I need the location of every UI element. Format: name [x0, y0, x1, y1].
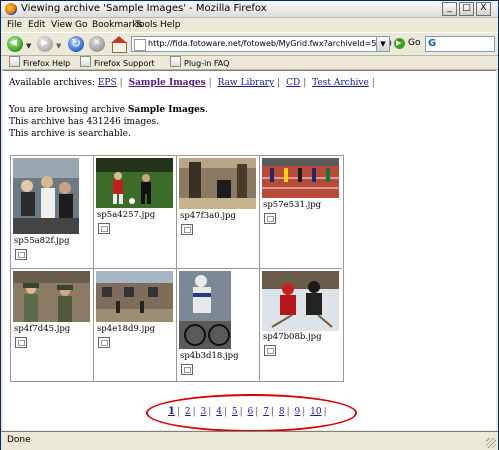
- status-text: Done: [7, 435, 31, 445]
- page-link-5[interactable]: 5: [232, 407, 238, 417]
- photo-people-legs[interactable]: [179, 158, 256, 209]
- browsing-line: You are browsing archive Sample Images.: [9, 105, 208, 115]
- image-cell: sp47b08b.jpg: [260, 269, 342, 381]
- lightbox-add-icon[interactable]: [15, 337, 27, 348]
- photo-soccer-players[interactable]: [96, 158, 173, 208]
- image-cell: sp4f7d45.jpg: [11, 269, 94, 381]
- address-url[interactable]: http://fida.fotoware.net/fotoweb/MyGrid.…: [148, 37, 392, 51]
- menu-help[interactable]: Help: [160, 18, 181, 32]
- image-cell: sp5a4257.jpg: [94, 156, 177, 269]
- bookmark-page-icon: [80, 56, 91, 67]
- address-dropdown-button[interactable]: ▼: [376, 36, 390, 52]
- address-bar[interactable]: http://fida.fotoware.net/fotoweb/MyGrid.…: [131, 36, 392, 52]
- menu-tools[interactable]: Tools: [135, 18, 157, 32]
- image-cell: sp4e18d9.jpg: [94, 269, 177, 381]
- maximize-button[interactable]: □: [459, 2, 474, 16]
- archive-list: Available archives: EPS | Sample Images | …: [9, 78, 375, 88]
- navigation-toolbar: ▼ ▼ http://fida.fotoware.net/fotoweb/MyG…: [1, 32, 498, 56]
- menu-edit[interactable]: Edit: [28, 18, 45, 32]
- window-title: Viewing archive 'Sample Images' - Mozill…: [21, 3, 267, 14]
- page-link-1[interactable]: 1: [168, 406, 175, 417]
- minimize-button[interactable]: _: [442, 2, 457, 16]
- stop-button[interactable]: [89, 36, 105, 52]
- lightbox-add-icon[interactable]: [98, 337, 110, 348]
- lightbox-add-icon[interactable]: [264, 213, 276, 224]
- archive-link-test-archive[interactable]: Test Archive: [312, 78, 369, 88]
- page-link-3[interactable]: 3: [201, 407, 207, 417]
- menu-bar: File Edit View Go Bookmarks Tools Help: [1, 18, 498, 32]
- image-filename[interactable]: sp5a4257.jpg: [97, 210, 155, 221]
- page-link-6[interactable]: 6: [248, 407, 254, 417]
- archives-label: Available archives:: [9, 78, 95, 88]
- bookmark-firefox-help[interactable]: Firefox Help: [9, 56, 70, 70]
- image-cell: sp47f3a0.jpg: [177, 156, 260, 269]
- archive-link-eps[interactable]: EPS: [98, 78, 117, 88]
- image-filename[interactable]: sp47f3a0.jpg: [180, 211, 236, 222]
- archive-link-cd[interactable]: CD: [286, 78, 300, 88]
- photo-soldiers[interactable]: [13, 271, 90, 322]
- reload-button[interactable]: [68, 36, 84, 52]
- archive-link-sample-images[interactable]: Sample Images: [129, 78, 206, 88]
- photo-track-runners[interactable]: [262, 158, 339, 198]
- photo-cyclist[interactable]: [179, 271, 231, 349]
- browser-window: Viewing archive 'Sample Images' - Mozill…: [0, 0, 499, 450]
- image-cell: sp4b3d18.jpg: [177, 269, 260, 381]
- image-grid: sp55a82f.jpg sp5a4257.jpg sp47f3a0.jpg s…: [10, 155, 344, 382]
- search-input[interactable]: G: [425, 36, 495, 52]
- image-filename[interactable]: sp57e531.jpg: [263, 200, 321, 211]
- image-filename[interactable]: sp4f7d45.jpg: [14, 324, 70, 335]
- lightbox-add-icon[interactable]: [98, 223, 110, 234]
- forward-history-chevron-icon[interactable]: ▼: [56, 42, 61, 50]
- image-cell: sp55a82f.jpg: [11, 156, 94, 269]
- archive-link-raw-library[interactable]: Raw Library: [218, 78, 275, 88]
- home-button[interactable]: [111, 36, 127, 53]
- back-button[interactable]: [7, 36, 23, 52]
- lightbox-add-icon[interactable]: [181, 224, 193, 235]
- google-search-icon: G: [428, 38, 437, 49]
- bookmarks-toolbar: Firefox Help Firefox Support Plug-in FAQ: [1, 55, 498, 70]
- page-link-2[interactable]: 2: [185, 407, 191, 417]
- image-filename[interactable]: sp4b3d18.jpg: [180, 351, 239, 362]
- lightbox-add-icon[interactable]: [264, 345, 276, 356]
- image-filename[interactable]: sp55a82f.jpg: [14, 236, 70, 247]
- page-link-10[interactable]: 10: [310, 407, 321, 417]
- pagination: 1 | 2 | 3 | 4 | 5 | 6 | 7 | 8 | 9 | 10 |: [168, 406, 327, 417]
- photo-building-people[interactable]: [96, 271, 173, 322]
- resize-grip-icon[interactable]: [486, 438, 496, 448]
- bookmark-firefox-support[interactable]: Firefox Support: [80, 56, 155, 70]
- page-link-8[interactable]: 8: [279, 407, 285, 417]
- status-bar: Done: [1, 431, 498, 450]
- image-filename[interactable]: sp47b08b.jpg: [263, 332, 322, 343]
- menu-file[interactable]: File: [7, 18, 22, 32]
- back-history-chevron-icon[interactable]: ▼: [26, 42, 31, 50]
- current-archive-name: Sample Images: [127, 105, 205, 115]
- lightbox-add-icon[interactable]: [181, 364, 193, 375]
- photo-parade-crowd[interactable]: [13, 158, 79, 234]
- image-count-line: This archive has 431246 images.: [9, 117, 160, 127]
- page-favicon-icon: [134, 39, 146, 51]
- page-content: Available archives: EPS | Sample Images | …: [3, 70, 496, 432]
- image-filename[interactable]: sp4e18d9.jpg: [97, 324, 155, 335]
- bookmark-page-icon: [9, 56, 20, 67]
- menu-view[interactable]: View: [51, 18, 72, 32]
- page-link-9[interactable]: 9: [294, 407, 300, 417]
- searchable-line: This archive is searchable.: [9, 129, 131, 139]
- go-icon[interactable]: [394, 38, 405, 49]
- photo-ice-hockey[interactable]: [262, 271, 339, 331]
- archive-info: You are browsing archive Sample Images. …: [9, 104, 208, 140]
- close-button[interactable]: X: [476, 2, 491, 16]
- bookmark-page-icon: [170, 56, 181, 67]
- firefox-icon: [5, 3, 17, 15]
- go-button-label[interactable]: Go: [408, 38, 420, 48]
- menu-go[interactable]: Go: [75, 18, 87, 32]
- bookmark-plugin-faq[interactable]: Plug-in FAQ: [170, 56, 229, 70]
- lightbox-add-icon[interactable]: [15, 249, 27, 260]
- title-bar: Viewing archive 'Sample Images' - Mozill…: [1, 1, 498, 18]
- page-link-4[interactable]: 4: [216, 407, 222, 417]
- page-link-7[interactable]: 7: [263, 407, 269, 417]
- image-cell: sp57e531.jpg: [260, 156, 342, 269]
- forward-button[interactable]: [37, 36, 53, 52]
